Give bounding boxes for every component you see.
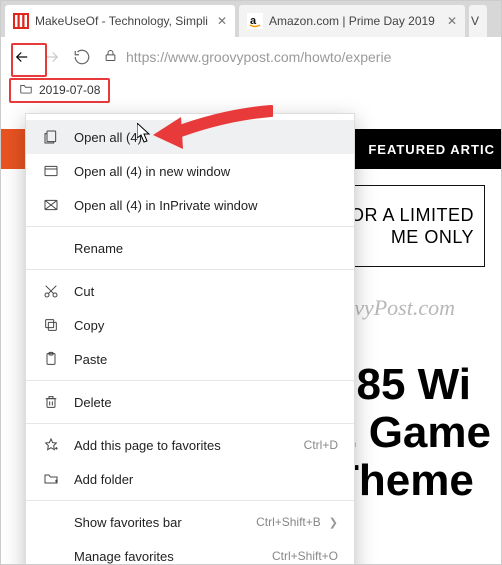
paste-icon — [42, 350, 60, 368]
tab-title: MakeUseOf - Technology, Simpli — [35, 14, 211, 28]
amazon-favicon: a — [247, 13, 263, 29]
nav-featured[interactable]: FEATURED ARTIC — [368, 142, 495, 157]
menu-open-all[interactable]: Open all (4) — [26, 120, 354, 154]
close-icon[interactable]: ✕ — [447, 14, 457, 28]
back-button[interactable] — [7, 42, 37, 72]
cut-icon — [42, 282, 60, 300]
favorites-folder[interactable]: 2019-07-08 — [9, 78, 110, 103]
url-host: https://www.groovypost.com — [126, 49, 300, 65]
delete-icon — [42, 393, 60, 411]
muo-favicon — [13, 13, 29, 29]
menu-paste[interactable]: Paste — [26, 342, 354, 376]
copy-icon — [42, 316, 60, 334]
menu-show-favorites-bar[interactable]: Show favorites bar Ctrl+Shift+B ❯ — [26, 505, 354, 539]
tab-makeuseof[interactable]: MakeUseOf - Technology, Simpli ✕ — [5, 5, 235, 37]
address-bar: https://www.groovypost.com/howto/experie — [1, 37, 501, 77]
star-icon — [42, 436, 60, 454]
chevron-right-icon: ❯ — [329, 516, 338, 529]
menu-add-page-to-favorites[interactable]: Add this page to favorites Ctrl+D — [26, 428, 354, 462]
ad-line1: OR A LIMITED — [350, 204, 474, 226]
menu-manage-favorites[interactable]: Manage favorites Ctrl+Shift+O — [26, 539, 354, 565]
favorites-bar: 2019-07-08 — [1, 77, 501, 103]
new-window-icon — [42, 162, 60, 180]
menu-cut[interactable]: Cut — [26, 274, 354, 308]
forward-button — [37, 42, 67, 72]
lock-icon — [103, 48, 118, 66]
inprivate-icon — [42, 196, 60, 214]
url-path: /howto/experie — [300, 49, 391, 65]
url-field[interactable]: https://www.groovypost.com/howto/experie — [97, 42, 495, 72]
article-headline: 985 Wi 1 Game Theme — [332, 361, 491, 505]
tab-title: Amazon.com | Prime Day 2019 — [269, 14, 441, 28]
favorites-folder-label: 2019-07-08 — [39, 83, 100, 97]
tab-strip: MakeUseOf - Technology, Simpli ✕ a Amazo… — [1, 1, 501, 37]
add-folder-icon — [42, 470, 60, 488]
ad-line2: ME ONLY — [350, 226, 474, 248]
menu-rename[interactable]: Rename — [26, 231, 354, 265]
menu-copy[interactable]: Copy — [26, 308, 354, 342]
menu-add-folder[interactable]: Add folder — [26, 462, 354, 496]
close-icon[interactable]: ✕ — [217, 14, 227, 28]
tab-title: V — [471, 14, 485, 28]
tab-amazon[interactable]: a Amazon.com | Prime Day 2019 ✕ — [239, 5, 465, 37]
folder-icon — [19, 82, 33, 99]
open-all-icon — [42, 128, 60, 146]
menu-open-all-new-window[interactable]: Open all (4) in new window — [26, 154, 354, 188]
refresh-button[interactable] — [67, 42, 97, 72]
menu-delete[interactable]: Delete — [26, 385, 354, 419]
tab-partial[interactable]: V — [469, 5, 487, 37]
browser-window: MakeUseOf - Technology, Simpli ✕ a Amazo… — [0, 0, 502, 565]
context-menu: Open all (4) Open all (4) in new window … — [25, 113, 355, 565]
menu-open-all-inprivate[interactable]: Open all (4) in InPrivate window — [26, 188, 354, 222]
